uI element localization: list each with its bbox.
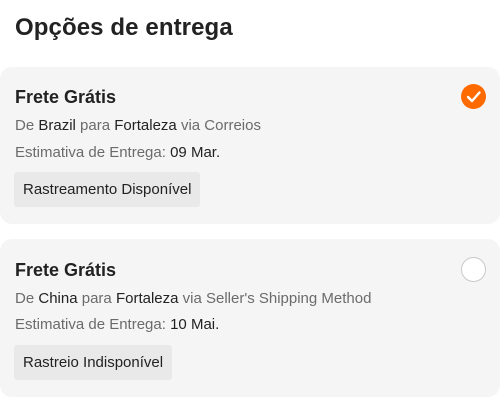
shipping-method: via Correios	[180, 117, 261, 134]
option-name: Frete Grátis	[15, 87, 117, 107]
check-circle-icon[interactable]	[461, 84, 486, 109]
destination: Fortaleza	[114, 117, 177, 134]
empty-circle-icon[interactable]	[461, 257, 486, 282]
origin: Brazil	[38, 117, 76, 134]
to-prefix: para	[81, 290, 112, 307]
delivery-option-card[interactable]: Frete Grátis De Brazil para Fortaleza vi…	[0, 67, 500, 224]
option-name: Frete Grátis	[15, 260, 117, 280]
delivery-options-page: Opções de entrega Frete Grátis De Brazil…	[0, 0, 500, 403]
from-prefix: De	[15, 117, 35, 134]
estimate-value: 10 Mai.	[170, 316, 220, 333]
estimate-line: Estimativa de Entrega: 09 Mar.	[15, 144, 220, 161]
origin: China	[38, 290, 78, 307]
to-prefix: para	[80, 117, 111, 134]
estimate-label: Estimativa de Entrega:	[15, 144, 166, 161]
page-title: Opções de entrega	[15, 14, 233, 41]
shipping-method: via Seller's Shipping Method	[182, 290, 372, 307]
route-line: De China para Fortaleza via Seller's Shi…	[15, 290, 371, 307]
estimate-value: 09 Mar.	[170, 144, 221, 161]
estimate-label: Estimativa de Entrega:	[15, 316, 166, 333]
tracking-badge: Rastreio Indisponível	[14, 345, 173, 380]
estimate-line: Estimativa de Entrega: 10 Mai.	[15, 316, 219, 333]
from-prefix: De	[15, 290, 35, 307]
destination: Fortaleza	[115, 290, 179, 307]
tracking-badge: Rastreamento Disponível	[14, 172, 201, 207]
route-line: De Brazil para Fortaleza via Correios	[15, 117, 261, 134]
delivery-option-card[interactable]: Frete Grátis De China para Fortaleza via…	[0, 239, 500, 397]
